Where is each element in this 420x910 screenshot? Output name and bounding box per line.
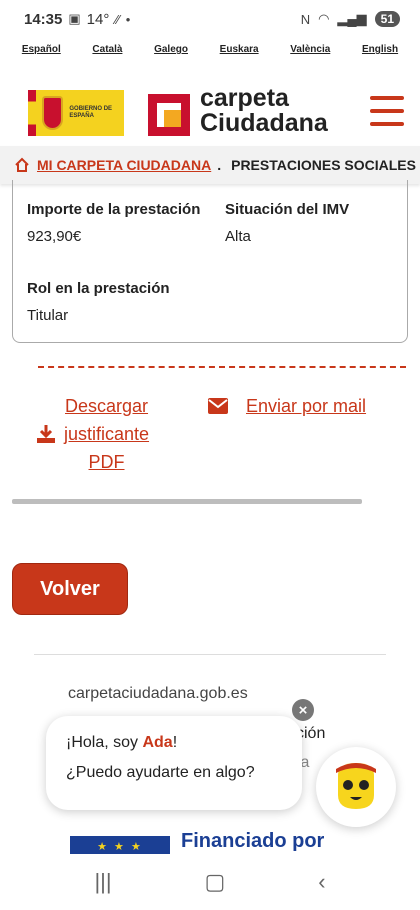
- home-icon[interactable]: [14, 157, 30, 173]
- battery-icon: 51: [374, 11, 400, 27]
- download-link-text: Descargar justificante PDF: [64, 392, 149, 476]
- menu-bar: [370, 96, 404, 100]
- rol-field: Rol en la prestación Titular: [27, 280, 170, 324]
- breadcrumb-home-link[interactable]: MI CARPETA CIUDADANA: [37, 157, 211, 173]
- chat-greeting-post: !: [172, 734, 178, 751]
- breadcrumb: MI CARPETA CIUDADANA . PRESTACIONES SOCI…: [0, 146, 420, 184]
- download-line-2: justificante: [64, 424, 150, 444]
- lang-gl-link[interactable]: Galego: [154, 44, 188, 55]
- back-icon[interactable]: ‹: [318, 869, 325, 895]
- gobierno-logo[interactable]: GOBIERNO DE ESPAÑA: [28, 90, 124, 136]
- menu-button[interactable]: [370, 96, 404, 126]
- lang-ca-link[interactable]: Català: [92, 44, 122, 55]
- brand-line1: carpeta: [200, 84, 289, 112]
- horizontal-scrollbar[interactable]: [12, 499, 362, 504]
- rol-label: Rol en la prestación: [27, 280, 170, 297]
- wifi-icon: ◠: [318, 11, 330, 26]
- clock: 14:35: [24, 10, 63, 28]
- situacion-label: Situación del IMV: [225, 201, 350, 218]
- dot-icon: •: [125, 11, 131, 27]
- download-icon: [37, 425, 55, 443]
- chat-bot-name: Ada: [142, 734, 173, 751]
- chat-question: ¿Puedo ayudarte en algo?: [66, 764, 255, 781]
- menu-bar: [370, 109, 404, 113]
- send-mail-link[interactable]: Enviar por mail: [208, 392, 366, 420]
- download-pdf-link[interactable]: Descargar justificante PDF: [36, 392, 149, 476]
- signal-icon: ▂▄▆: [337, 11, 367, 26]
- gov-logo-text: GOBIERNO DE ESPAÑA: [69, 106, 113, 119]
- download-line-1: Descargar: [65, 396, 149, 416]
- footer-url: carpetaciudadana.gob.es: [68, 685, 248, 702]
- mail-link-text: Enviar por mail: [246, 396, 367, 416]
- importe-label: Importe de la prestación: [27, 201, 201, 218]
- language-bar: Español Català Galego Euskara València E…: [0, 44, 420, 55]
- envelope-icon: [208, 398, 228, 414]
- ada-avatar[interactable]: [316, 747, 396, 827]
- download-line-3: PDF: [88, 452, 125, 472]
- system-nav-bar: ||| ▢ ‹: [0, 854, 420, 910]
- back-button[interactable]: Volver: [12, 563, 128, 615]
- coat-of-arms-icon: [41, 96, 64, 130]
- breadcrumb-current: PRESTACIONES SOCIALES: [231, 157, 416, 173]
- home-button-icon[interactable]: ▢: [205, 869, 226, 895]
- chat-greeting-pre: ¡Hola, soy: [66, 734, 143, 751]
- benefit-detail-card: Importe de la prestación 923,90€ Situaci…: [12, 180, 408, 343]
- eu-funding-text: Financiado por: [181, 830, 325, 852]
- situacion-field: Situación del IMV Alta: [225, 201, 349, 245]
- lang-es-link[interactable]: Español: [22, 44, 61, 55]
- close-icon[interactable]: ×: [292, 699, 314, 721]
- chat-bubble[interactable]: ¡Hola, soy Ada! ¿Puedo ayudarte en algo?: [46, 716, 302, 810]
- brand-line2: Ciudadana: [200, 109, 328, 137]
- site-header: GOBIERNO DE ESPAÑA carpeta Ciudadana: [0, 86, 420, 142]
- spain-flag-icon: [28, 90, 36, 136]
- dashed-divider: [38, 366, 406, 368]
- situacion-value: Alta: [225, 228, 251, 245]
- footer-divider: [34, 654, 386, 655]
- importe-value: 923,90€: [27, 228, 82, 245]
- brand-name[interactable]: carpeta Ciudadana: [200, 86, 328, 136]
- nfc-icon: N: [300, 11, 311, 27]
- screenshot-icon: ▣: [68, 11, 81, 26]
- status-bar: 14:35 ▣ 14° ⁄⁄ • N ◠ ▂▄▆ 51: [0, 0, 420, 38]
- signal-strikethrough-icon: ⁄⁄: [115, 11, 120, 27]
- lang-en-link[interactable]: English: [362, 44, 398, 55]
- carpeta-logo-icon: [148, 94, 190, 136]
- recent-apps-icon[interactable]: |||: [94, 869, 111, 895]
- breadcrumb-separator: .: [217, 157, 222, 173]
- importe-field: Importe de la prestación 923,90€: [27, 201, 200, 245]
- temperature: 14°: [86, 10, 110, 28]
- rol-value: Titular: [27, 307, 69, 324]
- robot-icon: [336, 763, 376, 809]
- chat-greeting: ¡Hola, soy Ada!: [66, 734, 302, 752]
- menu-bar: [370, 122, 404, 126]
- lang-va-link[interactable]: València: [290, 44, 330, 55]
- lang-eu-link[interactable]: Euskara: [220, 44, 259, 55]
